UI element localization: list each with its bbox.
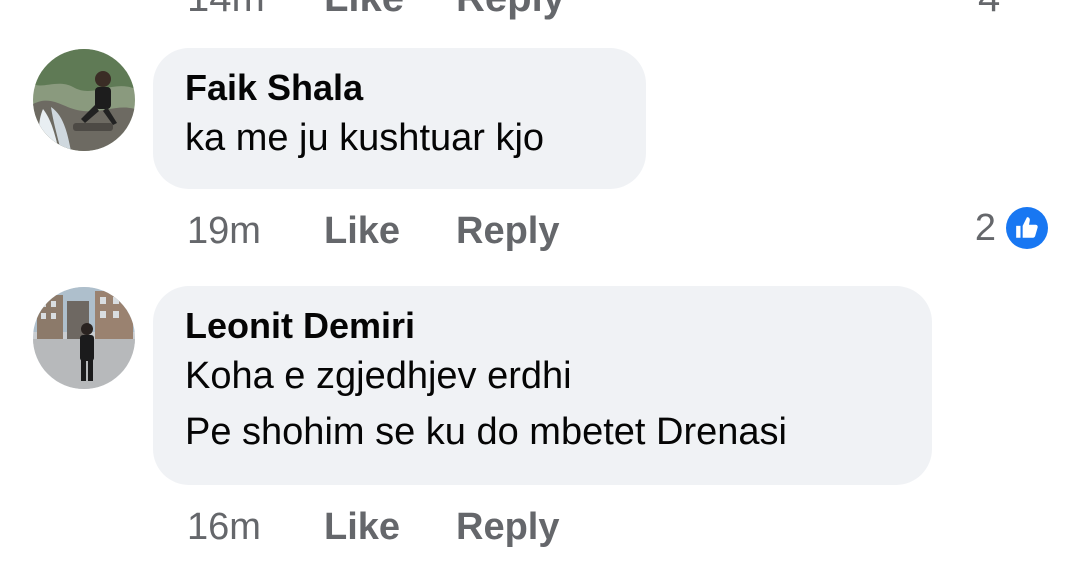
comment-bubble: Leonit Demiri Koha e zgjedhjev erdhi Pe …	[153, 286, 932, 485]
profile-photo-street	[33, 287, 135, 389]
comment-timestamp[interactable]: 19m	[187, 206, 261, 256]
like-link[interactable]: Like	[324, 502, 400, 552]
comment-author[interactable]: Leonit Demiri	[185, 304, 900, 348]
comment-actions: 19m Like Reply	[0, 206, 1080, 256]
like-link[interactable]: Like	[324, 0, 404, 21]
comment-text-line: Pe shohim se ku do mbetet Drenasi	[185, 411, 787, 453]
reply-link[interactable]: Reply	[456, 0, 565, 21]
avatar[interactable]	[33, 287, 135, 389]
profile-photo-waterfall	[33, 49, 135, 151]
reply-link[interactable]: Reply	[456, 502, 559, 552]
previous-comment-actions: 14m Like Reply 4	[0, 0, 1080, 20]
like-link[interactable]: Like	[324, 206, 400, 256]
avatar[interactable]	[33, 49, 135, 151]
comment-actions: 16m Like Reply	[0, 502, 1080, 552]
reaction-summary[interactable]: 2	[930, 205, 1048, 251]
comment-bubble: Faik Shala ka me ju kushtuar kjo	[153, 48, 646, 189]
comment-timestamp[interactable]: 16m	[187, 502, 261, 552]
comment-timestamp: 14m	[187, 0, 265, 21]
comment-author[interactable]: Faik Shala	[185, 66, 614, 110]
reply-link[interactable]: Reply	[456, 206, 559, 256]
thumbs-up-icon	[1006, 207, 1048, 249]
comment-text: ka me ju kushtuar kjo	[185, 117, 545, 159]
reaction-count: 4	[978, 0, 1000, 21]
comment-text-line: Koha e zgjedhjev erdhi	[185, 355, 572, 397]
reaction-count: 2	[974, 207, 996, 249]
